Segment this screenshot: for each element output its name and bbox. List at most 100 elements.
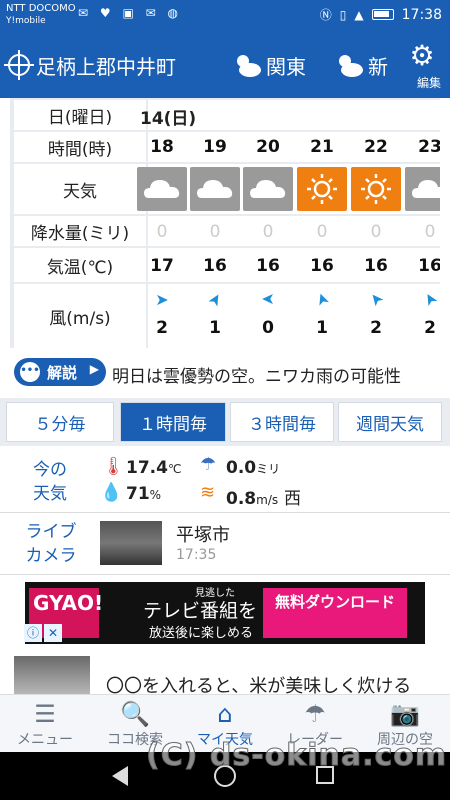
rain-cell: 0 [262,222,274,242]
edit-label[interactable]: 編集 [417,74,441,91]
current-wind: 0.8m/s 西 [226,484,301,509]
location-target-icon[interactable] [4,50,34,80]
live-camera-label[interactable]: ライブカメラ [22,520,80,568]
sun-icon [297,167,347,211]
region-tab-next[interactable]: 新 [368,51,388,80]
search-icon: 🔍 [120,700,150,728]
battery-icon [371,9,394,20]
camera-icon: 📷 [390,700,420,728]
temp-cell: 16 [203,256,227,276]
humidity-unit: % [149,488,162,502]
hour-cell: 21 [310,137,334,157]
ad-sub-text: 放送後に楽しめる [149,626,254,641]
wind-speed-cell: 2 [424,318,436,338]
ad-banner[interactable]: GYAO! 見逃した テレビ番組を 放送後に楽しめる 無料ダウンロード [25,582,425,644]
hour-cell: 22 [364,137,388,157]
tab-weekly[interactable]: 週間天気 [338,402,442,442]
tab-1hour[interactable]: １時間毎 [120,402,226,442]
ad-info-icon[interactable]: ⓘ [24,624,42,642]
commentary-button[interactable]: ••• 解説 ▶ [14,358,106,386]
tab-3hour[interactable]: ３時間毎 [230,402,334,442]
vibrate-icon: ▯ [339,7,347,22]
rain-cell: 0 [156,222,168,242]
umbrella-icon: ☂ [304,700,326,728]
temp-unit: ℃ [167,462,182,476]
wind-speed-cell: 0 [262,318,274,338]
rain-cell: 0 [424,222,436,242]
rain-cloud-icon: ☂ [200,454,217,475]
tab-5min[interactable]: ５分毎 [6,402,114,442]
current-rain: 0.0ミリ [226,458,280,478]
thermometer-icon: 🌡 [102,456,125,477]
hourly-forecast-table[interactable]: 日(曜日) 時間(時) 天気 降水量(ミリ) 気温(℃) 風(m/s) 14(日) 18 0 17… [10,98,440,348]
carrier-name: NTT DOCOMO [6,3,76,14]
system-indicators: Ⓝ ▯ ▲ 17:38 [320,6,442,23]
wind-speed-cell: 1 [209,318,221,338]
nav-item-0[interactable]: ☰ メニュー [0,695,90,753]
menu-icon: ☰ [34,700,56,728]
region-tab-kanto[interactable]: 関東 [266,51,306,80]
wind-direction-arrow-icon: ➤ [155,290,169,309]
location-title[interactable]: 足柄上郡中井町 [36,51,176,80]
back-icon[interactable] [112,766,128,786]
temp-cell: 17 [150,256,174,276]
row-label-hour: 時間(時) [14,132,146,162]
hour-cell: 19 [203,137,227,157]
date-value: 14(日) [140,109,197,129]
current-humidity: 71% [126,484,161,504]
nfc-icon: Ⓝ [319,8,332,22]
news-thumbnail[interactable] [14,656,90,696]
current-temp-value: 17.4 [126,458,168,478]
live-camera-city[interactable]: 平塚市 [176,521,230,547]
gear-icon[interactable]: ⚙ [408,42,436,70]
rain-cell: 0 [316,222,328,242]
status-time: 17:38 [401,6,442,23]
cloud-sun-icon [339,55,363,77]
current-wind-value: 0.8 [226,489,257,509]
temp-cell: 16 [364,256,388,276]
ad-close-icon[interactable]: ✕ [44,624,62,642]
carrier-info: NTT DOCOMO Y!mobile [6,3,76,27]
signal-icon: ▲ [354,7,364,22]
live-camera-thumbnail[interactable] [100,521,162,565]
watermark: (C) ds-okina.com [145,738,448,774]
current-rain-value: 0.0 [226,458,257,478]
divider [0,574,450,575]
live-camera-time: 17:35 [176,547,217,563]
wind-icon: ≋ [200,482,216,503]
cloud-sun-icon [237,55,261,77]
cloud-icon [137,167,187,211]
notification-icons: ✉ ♥ ▣ ✉ ◍ [78,6,182,20]
ad-cta-button[interactable]: 無料ダウンロード [263,588,407,638]
sun-icon [351,167,401,211]
wind-speed-cell: 2 [156,318,168,338]
current-weather-label: 今の天気 [33,460,67,504]
rain-cell: 0 [209,222,221,242]
chevron-right-icon: ▶ [89,362,99,376]
rain-cell: 0 [370,222,382,242]
row-label-temp: 気温(℃) [14,248,146,282]
row-label-wind: 風(m/s) [14,284,146,348]
cloud-icon [405,167,440,211]
commentary-bar[interactable]: ••• 解説 ▶ 明日は雲優勢の空。ニワカ雨の可能性 [10,354,440,392]
humidity-drop-icon: 💧 [100,482,123,503]
wind-direction-arrow-icon: ➤ [261,290,275,309]
ad-main-text: テレビ番組を [143,600,258,622]
cloud-icon [243,167,293,211]
divider [0,512,450,513]
hour-cell: 18 [150,137,174,157]
current-humidity-value: 71 [126,484,150,504]
nav-item-label: メニュー [17,732,73,748]
chat-bubble-icon: ••• [20,362,40,382]
hour-cell: 23 [418,137,440,157]
row-label-date: 日(曜日) [14,100,146,130]
row-label-weather: 天気 [14,164,146,214]
status-bar: NTT DOCOMO Y!mobile ✉ ♥ ▣ ✉ ◍ Ⓝ ▯ ▲ 17:3… [0,0,450,34]
wind-speed-cell: 1 [316,318,328,338]
row-label-rain: 降水量(ミリ) [14,216,146,246]
commentary-button-label: 解説 [47,364,78,382]
current-temp: 17.4℃ [126,458,181,478]
carrier-name-2: Y!mobile [6,16,46,26]
commentary-text: 明日は雲優勢の空。ニワカ雨の可能性 [112,367,401,387]
app-header: 足柄上郡中井町 関東 新 ⚙ 編集 [0,34,450,98]
